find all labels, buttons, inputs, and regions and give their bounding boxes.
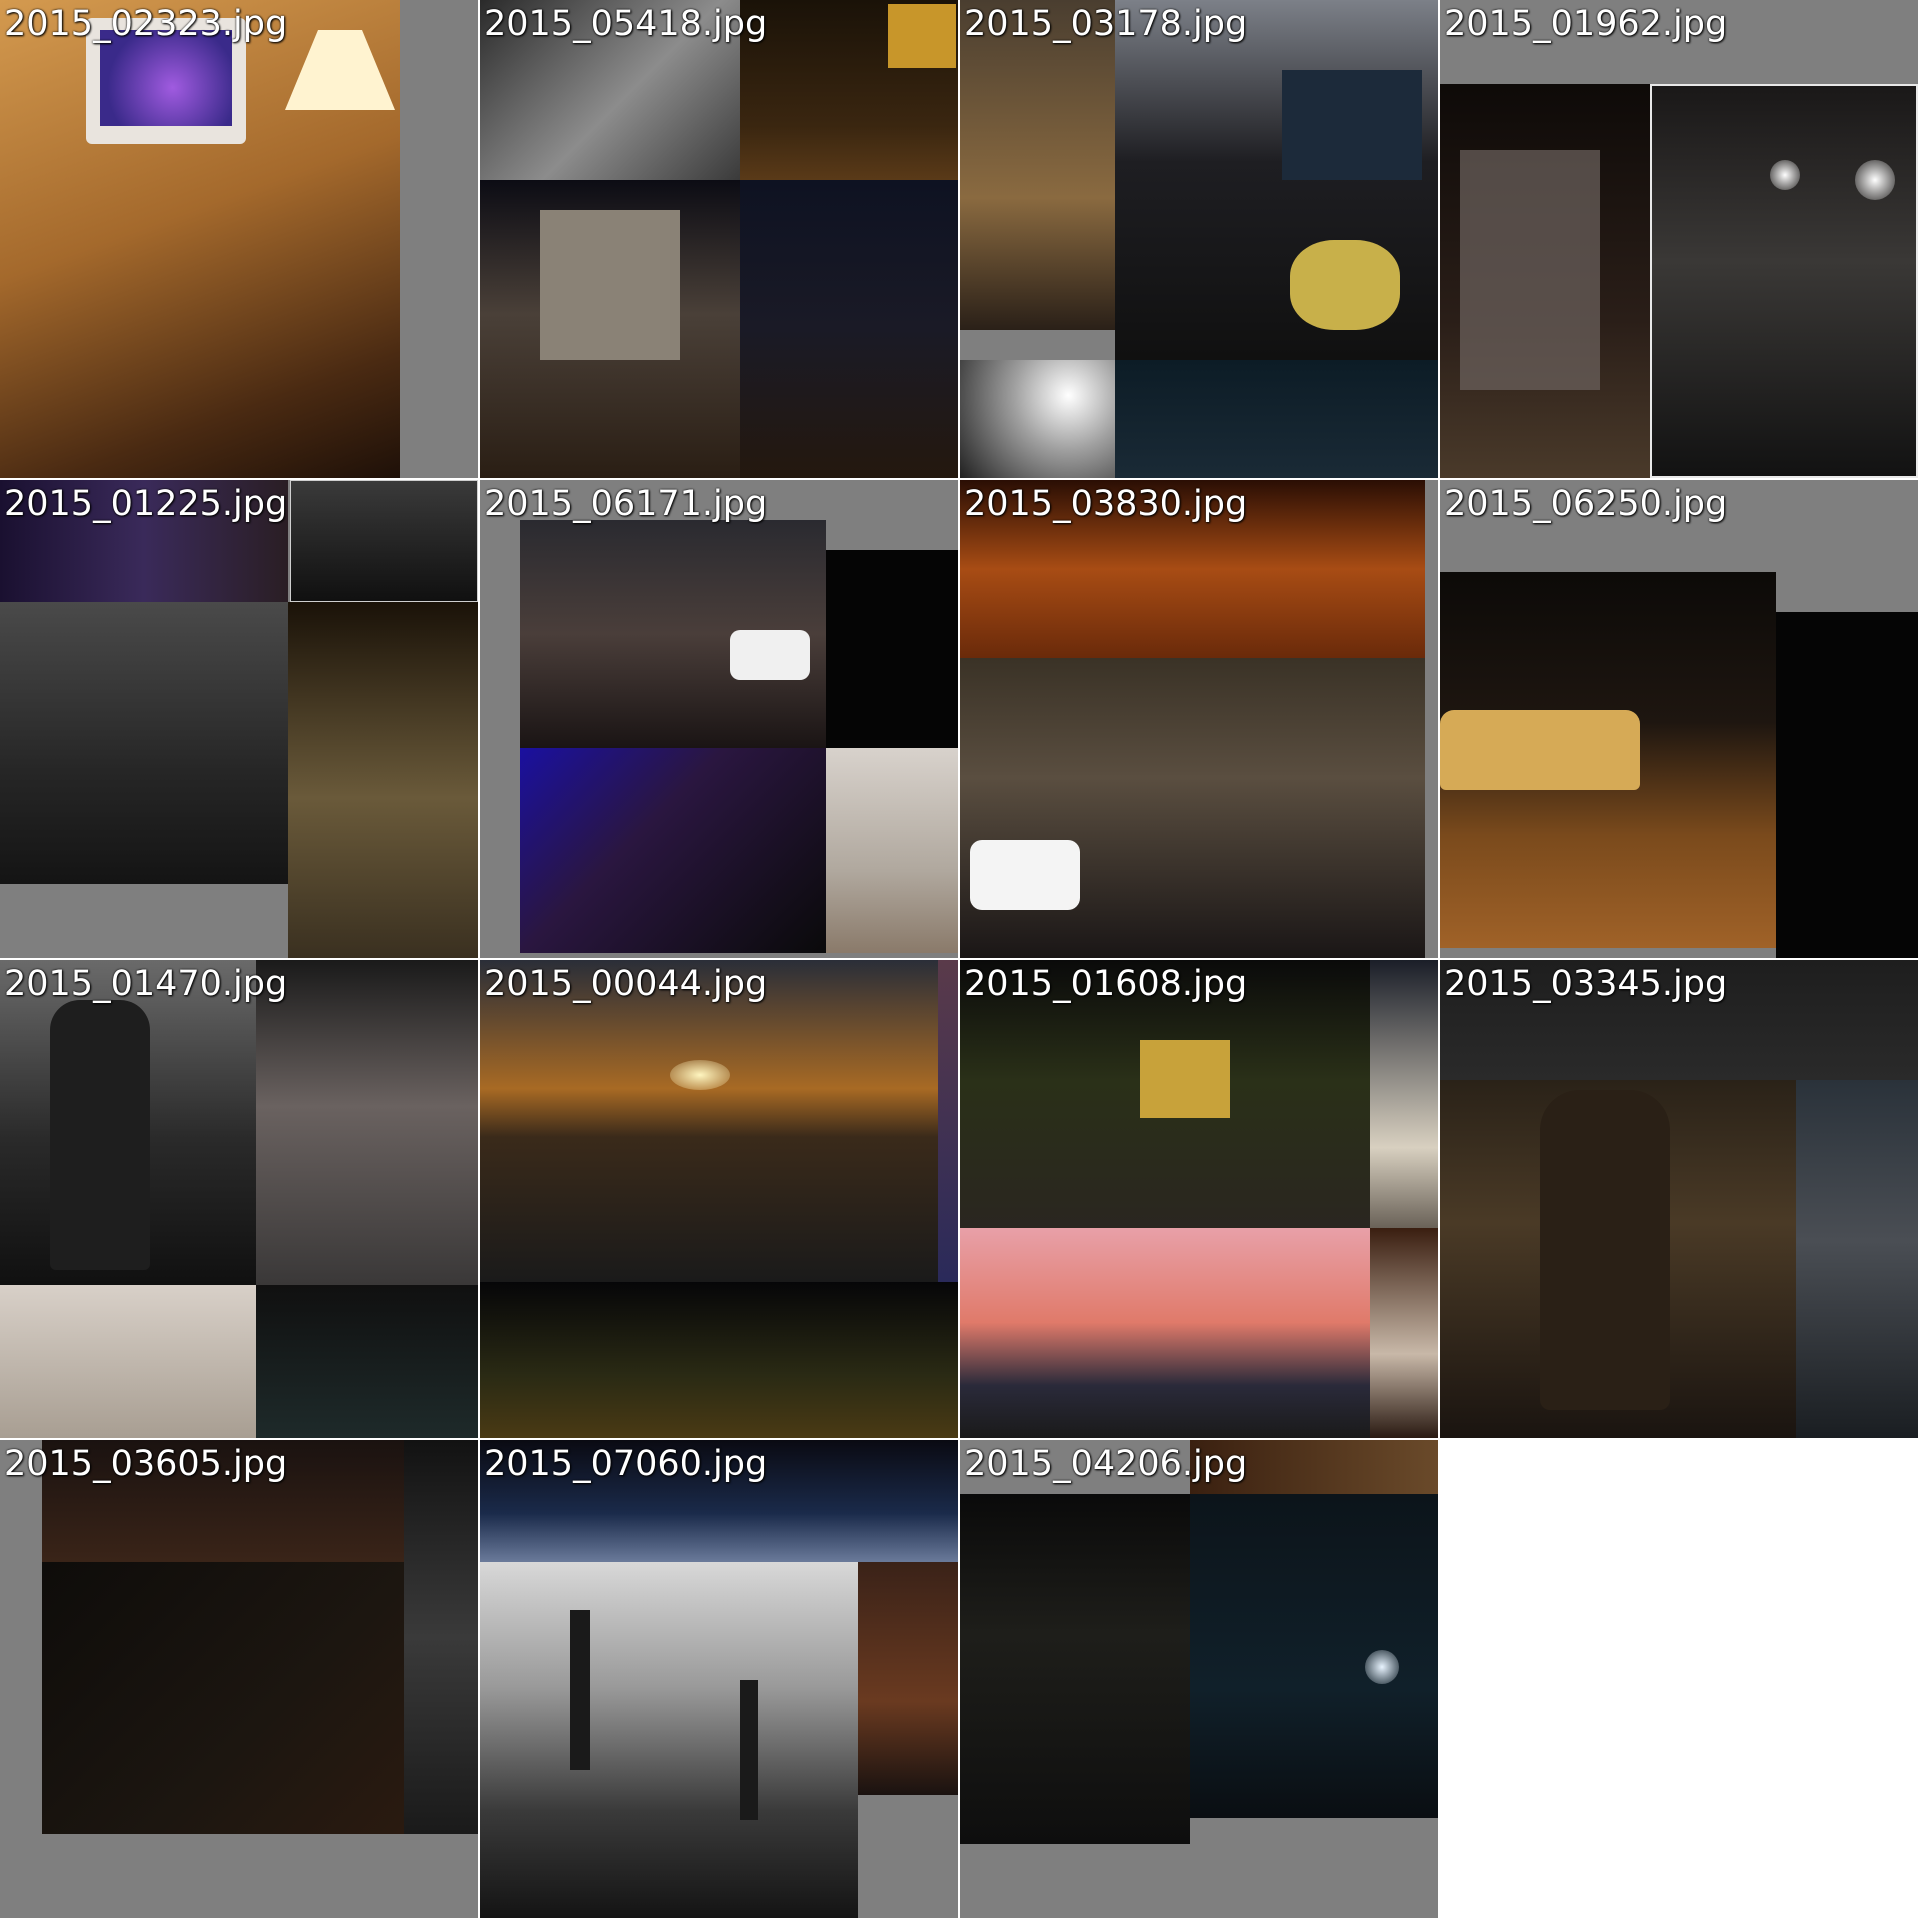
photo-concert bbox=[520, 748, 826, 953]
thumbnail-filename: 2015_01470.jpg bbox=[4, 964, 288, 1004]
photo-bus-trees bbox=[480, 1282, 958, 1438]
thumbnail-filename: 2015_03345.jpg bbox=[1444, 964, 1728, 1004]
photo-black bbox=[1776, 612, 1918, 958]
photo-dark-road bbox=[960, 1494, 1190, 1844]
photo-chair-dark bbox=[740, 180, 958, 478]
photo-motorbike bbox=[1290, 240, 1400, 330]
thumbnail-grid: 2015_02323.jpg 2015_05418.jpg 2015_03178… bbox=[0, 0, 1920, 1920]
thumbnail-tile[interactable]: 2015_04206.jpg bbox=[960, 1440, 1438, 1918]
thumbnail-tile[interactable]: 2015_07060.jpg bbox=[480, 1440, 958, 1918]
photo-cat-chair bbox=[0, 602, 288, 884]
photo-hotel-patio bbox=[480, 1562, 858, 1918]
thumbnail-filename: 2015_03830.jpg bbox=[964, 484, 1248, 524]
thumbnail-tile[interactable]: 2015_01962.jpg bbox=[1440, 0, 1918, 478]
thumbnail-filename: 2015_06171.jpg bbox=[484, 484, 768, 524]
photo-brick-street bbox=[858, 1562, 958, 1795]
thumbnail-tile[interactable]: 2015_01225.jpg bbox=[0, 480, 478, 958]
photo-white-car bbox=[970, 840, 1080, 910]
lamp-glow bbox=[1855, 160, 1895, 200]
thumbnail-filename: 2015_03178.jpg bbox=[964, 4, 1248, 44]
photo-bottle-shape bbox=[50, 1000, 150, 1270]
photo-bus-blur bbox=[256, 960, 478, 1285]
photo-bottle-shape bbox=[1540, 1090, 1670, 1410]
thumbnail-tile[interactable]: 2015_03830.jpg bbox=[960, 480, 1438, 958]
photo-bus bbox=[1140, 1040, 1230, 1118]
photo-shelter bbox=[1460, 150, 1600, 390]
photo-headlight bbox=[1190, 1494, 1438, 1818]
thumbnail-filename: 2015_02323.jpg bbox=[4, 4, 288, 44]
photo-street-car bbox=[960, 0, 1115, 330]
thumbnail-tile[interactable]: 2015_01608.jpg bbox=[960, 960, 1438, 1438]
photo-dark-scene bbox=[42, 1562, 404, 1834]
photo-strip bbox=[1370, 960, 1438, 1228]
thumbnail-filename: 2015_01962.jpg bbox=[1444, 4, 1728, 44]
photo-sunset-lake bbox=[480, 960, 938, 1282]
photo-desk-lamp-small bbox=[0, 1285, 256, 1438]
thumbnail-tile[interactable]: 2015_03178.jpg bbox=[960, 0, 1438, 478]
photo-building bbox=[540, 210, 680, 360]
lamp-glow bbox=[1770, 160, 1800, 190]
photo-umbrella bbox=[570, 1610, 590, 1770]
thumbnail-filename: 2015_00044.jpg bbox=[484, 964, 768, 1004]
photo-motorbike-traffic bbox=[960, 658, 1425, 958]
photo-strip bbox=[938, 960, 958, 1282]
photo-black bbox=[826, 550, 958, 748]
photo-street-walker bbox=[288, 602, 478, 958]
sun-glow bbox=[670, 1060, 730, 1090]
photo-school-bus-sunset bbox=[960, 1228, 1370, 1438]
thumbnail-tile[interactable]: 2015_03345.jpg bbox=[1440, 960, 1918, 1438]
photo-screen bbox=[100, 30, 232, 126]
photo-strip bbox=[1370, 1228, 1438, 1438]
thumbnail-tile[interactable]: 2015_01470.jpg bbox=[0, 960, 478, 1438]
thumbnail-filename: 2015_03605.jpg bbox=[4, 1444, 288, 1484]
photo-strip bbox=[404, 1440, 478, 1834]
photo-dark-car bbox=[256, 1285, 478, 1438]
thumbnail-filename: 2015_04206.jpg bbox=[964, 1444, 1248, 1484]
thumbnail-filename: 2015_07060.jpg bbox=[484, 1444, 768, 1484]
photo-storefront bbox=[1282, 70, 1422, 180]
thumbnail-tile[interactable]: 2015_02323.jpg bbox=[0, 0, 478, 478]
thumbnail-tile[interactable]: 2015_03605.jpg bbox=[0, 1440, 478, 1918]
photo-cat-room bbox=[826, 748, 958, 953]
thumbnail-filename: 2015_06250.jpg bbox=[1444, 484, 1728, 524]
empty-cell bbox=[1440, 1440, 1918, 1918]
photo-umbrella bbox=[740, 1680, 758, 1820]
photo-bus bbox=[888, 4, 956, 68]
thumbnail-filename: 2015_01608.jpg bbox=[964, 964, 1248, 1004]
thumbnail-tile[interactable]: 2015_05418.jpg bbox=[480, 0, 958, 478]
headlight-glow bbox=[1365, 1650, 1399, 1684]
photo-flash bbox=[960, 360, 1115, 478]
photo-limousine bbox=[1440, 710, 1640, 790]
photo-white-car bbox=[730, 630, 810, 680]
photo-dark-room bbox=[290, 480, 478, 602]
thumbnail-filename: 2015_05418.jpg bbox=[484, 4, 768, 44]
thumbnail-tile[interactable]: 2015_06250.jpg bbox=[1440, 480, 1918, 958]
photo-foggy-pier bbox=[1650, 84, 1918, 478]
thumbnail-tile[interactable]: 2015_00044.jpg bbox=[480, 960, 958, 1438]
photo-sea-dusk bbox=[1796, 1080, 1918, 1438]
photo-dark-blue bbox=[1115, 360, 1438, 478]
thumbnail-filename: 2015_01225.jpg bbox=[4, 484, 288, 524]
thumbnail-tile[interactable]: 2015_06171.jpg bbox=[480, 480, 958, 958]
